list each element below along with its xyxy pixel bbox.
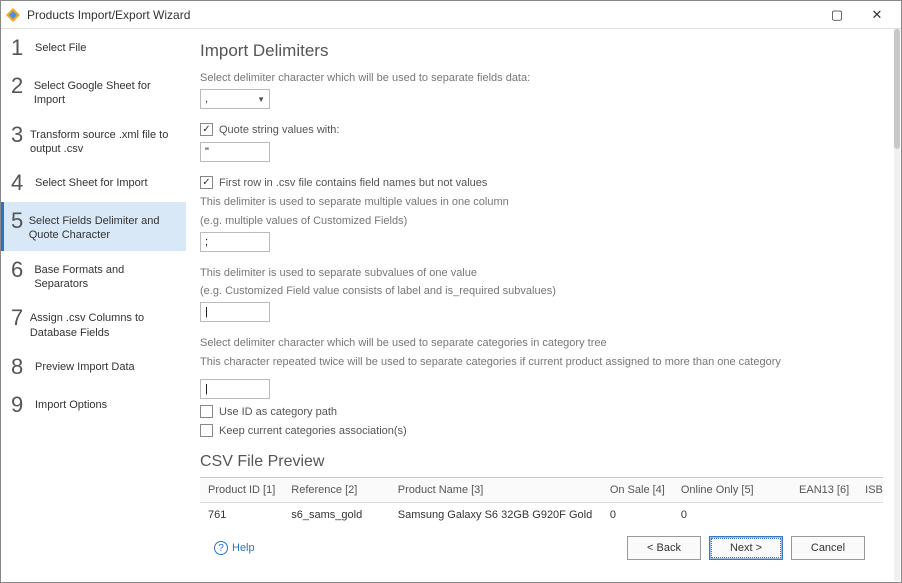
cell-isbn bbox=[857, 503, 883, 526]
column-header[interactable]: Reference [2] bbox=[283, 478, 389, 503]
cell-ref: s6_sams_gold bbox=[283, 503, 389, 526]
column-header[interactable]: On Sale [4] bbox=[602, 478, 673, 503]
scroll-thumb[interactable] bbox=[894, 29, 900, 149]
delimiter-desc: Select delimiter character which will be… bbox=[200, 71, 883, 85]
cat-desc1: Select delimiter character which will be… bbox=[200, 336, 883, 350]
use-id-checkbox[interactable] bbox=[200, 405, 213, 418]
cell-online: 0 bbox=[673, 503, 762, 526]
category-delimiter-input[interactable] bbox=[200, 379, 270, 399]
help-icon: ? bbox=[214, 541, 228, 555]
multi-delimiter-input[interactable] bbox=[200, 232, 270, 252]
cell-id: 761 bbox=[200, 503, 283, 526]
first-row-label: First row in .csv file contains field na… bbox=[219, 177, 487, 189]
cell-name: Samsung Galaxy S6 32GB G920F Gold bbox=[390, 503, 602, 526]
wizard-step-9[interactable]: 9Import Options bbox=[1, 386, 186, 424]
step-number: 9 bbox=[11, 394, 31, 416]
wizard-step-7[interactable]: 7Assign .csv Columns to Database Fields bbox=[1, 299, 186, 348]
step-number: 6 bbox=[11, 259, 30, 281]
field-delimiter-select[interactable]: , ▼ bbox=[200, 89, 270, 109]
chevron-down-icon: ▼ bbox=[257, 95, 265, 104]
preview-heading: CSV File Preview bbox=[200, 453, 883, 471]
back-button[interactable]: < Back bbox=[627, 536, 701, 560]
wizard-step-1[interactable]: 1Select File bbox=[1, 29, 186, 67]
step-label: Select Google Sheet for Import bbox=[30, 75, 176, 108]
title-bar: Products Import/Export Wizard ▢ ✕ bbox=[1, 1, 901, 29]
close-button[interactable]: ✕ bbox=[857, 3, 897, 27]
table-row[interactable]: 761s6_sams_goldSamsung Galaxy S6 32GB G9… bbox=[200, 503, 883, 526]
multi-desc1: This delimiter is used to separate multi… bbox=[200, 195, 883, 209]
help-label: Help bbox=[232, 542, 255, 554]
step-label: Select Fields Delimiter and Quote Charac… bbox=[25, 210, 176, 243]
keep-categories-checkbox[interactable] bbox=[200, 424, 213, 437]
cat-desc2: This character repeated twice will be us… bbox=[200, 355, 883, 369]
wizard-step-3[interactable]: 3Transform source .xml file to output .c… bbox=[1, 116, 186, 165]
cancel-button[interactable]: Cancel bbox=[791, 536, 865, 560]
column-header[interactable]: EAN13 [6] bbox=[762, 478, 858, 503]
quote-checkbox[interactable] bbox=[200, 123, 213, 136]
cell-ean bbox=[762, 503, 858, 526]
column-header[interactable]: Product Name [3] bbox=[390, 478, 602, 503]
step-number: 2 bbox=[11, 75, 30, 97]
step-label: Import Options bbox=[31, 394, 107, 412]
step-label: Preview Import Data bbox=[31, 356, 135, 374]
footer: ? Help < Back Next > Cancel bbox=[200, 526, 883, 572]
step-number: 7 bbox=[11, 307, 26, 329]
step-label: Select Sheet for Import bbox=[31, 172, 148, 190]
next-button[interactable]: Next > bbox=[709, 536, 783, 560]
app-icon bbox=[5, 7, 21, 23]
step-number: 1 bbox=[11, 37, 31, 59]
multi-desc2: (e.g. multiple values of Customized Fiel… bbox=[200, 214, 883, 228]
help-link[interactable]: ? Help bbox=[214, 541, 255, 555]
main-panel: Import Delimiters Select delimiter chara… bbox=[186, 29, 901, 582]
use-id-label: Use ID as category path bbox=[219, 406, 337, 418]
body: 1Select File2Select Google Sheet for Imp… bbox=[1, 29, 901, 582]
wizard-step-2[interactable]: 2Select Google Sheet for Import bbox=[1, 67, 186, 116]
step-label: Assign .csv Columns to Database Fields bbox=[26, 307, 176, 340]
maximize-button[interactable]: ▢ bbox=[817, 3, 857, 27]
step-number: 3 bbox=[11, 124, 26, 146]
window-title: Products Import/Export Wizard bbox=[27, 8, 817, 22]
wizard-window: Products Import/Export Wizard ▢ ✕ 1Selec… bbox=[0, 0, 902, 583]
step-number: 4 bbox=[11, 172, 31, 194]
step-label: Base Formats and Separators bbox=[30, 259, 176, 292]
step-label: Select File bbox=[31, 37, 86, 55]
field-delimiter-value: , bbox=[205, 93, 208, 105]
csv-preview-table: Product ID [1]Reference [2]Product Name … bbox=[200, 477, 883, 526]
quote-checkbox-label: Quote string values with: bbox=[219, 124, 339, 136]
wizard-step-5[interactable]: 5Select Fields Delimiter and Quote Chara… bbox=[1, 202, 186, 251]
sidebar: 1Select File2Select Google Sheet for Imp… bbox=[1, 29, 186, 582]
step-number: 8 bbox=[11, 356, 31, 378]
wizard-step-8[interactable]: 8Preview Import Data bbox=[1, 348, 186, 386]
page-heading: Import Delimiters bbox=[200, 41, 883, 61]
vertical-scrollbar[interactable] bbox=[894, 29, 900, 581]
sub-desc2: (e.g. Customized Field value consists of… bbox=[200, 284, 883, 298]
step-number: 5 bbox=[11, 210, 25, 232]
wizard-step-4[interactable]: 4Select Sheet for Import bbox=[1, 164, 186, 202]
sub-delimiter-input[interactable] bbox=[200, 302, 270, 322]
column-header[interactable]: Online Only [5] bbox=[673, 478, 762, 503]
wizard-step-6[interactable]: 6Base Formats and Separators bbox=[1, 251, 186, 300]
sub-desc1: This delimiter is used to separate subva… bbox=[200, 266, 883, 280]
cell-onsale: 0 bbox=[602, 503, 673, 526]
column-header[interactable]: Product ID [1] bbox=[200, 478, 283, 503]
first-row-checkbox[interactable] bbox=[200, 176, 213, 189]
quote-char-input[interactable] bbox=[200, 142, 270, 162]
keep-categories-label: Keep current categories association(s) bbox=[219, 425, 407, 437]
step-label: Transform source .xml file to output .cs… bbox=[26, 124, 176, 157]
column-header[interactable]: ISBN [7] bbox=[857, 478, 883, 503]
